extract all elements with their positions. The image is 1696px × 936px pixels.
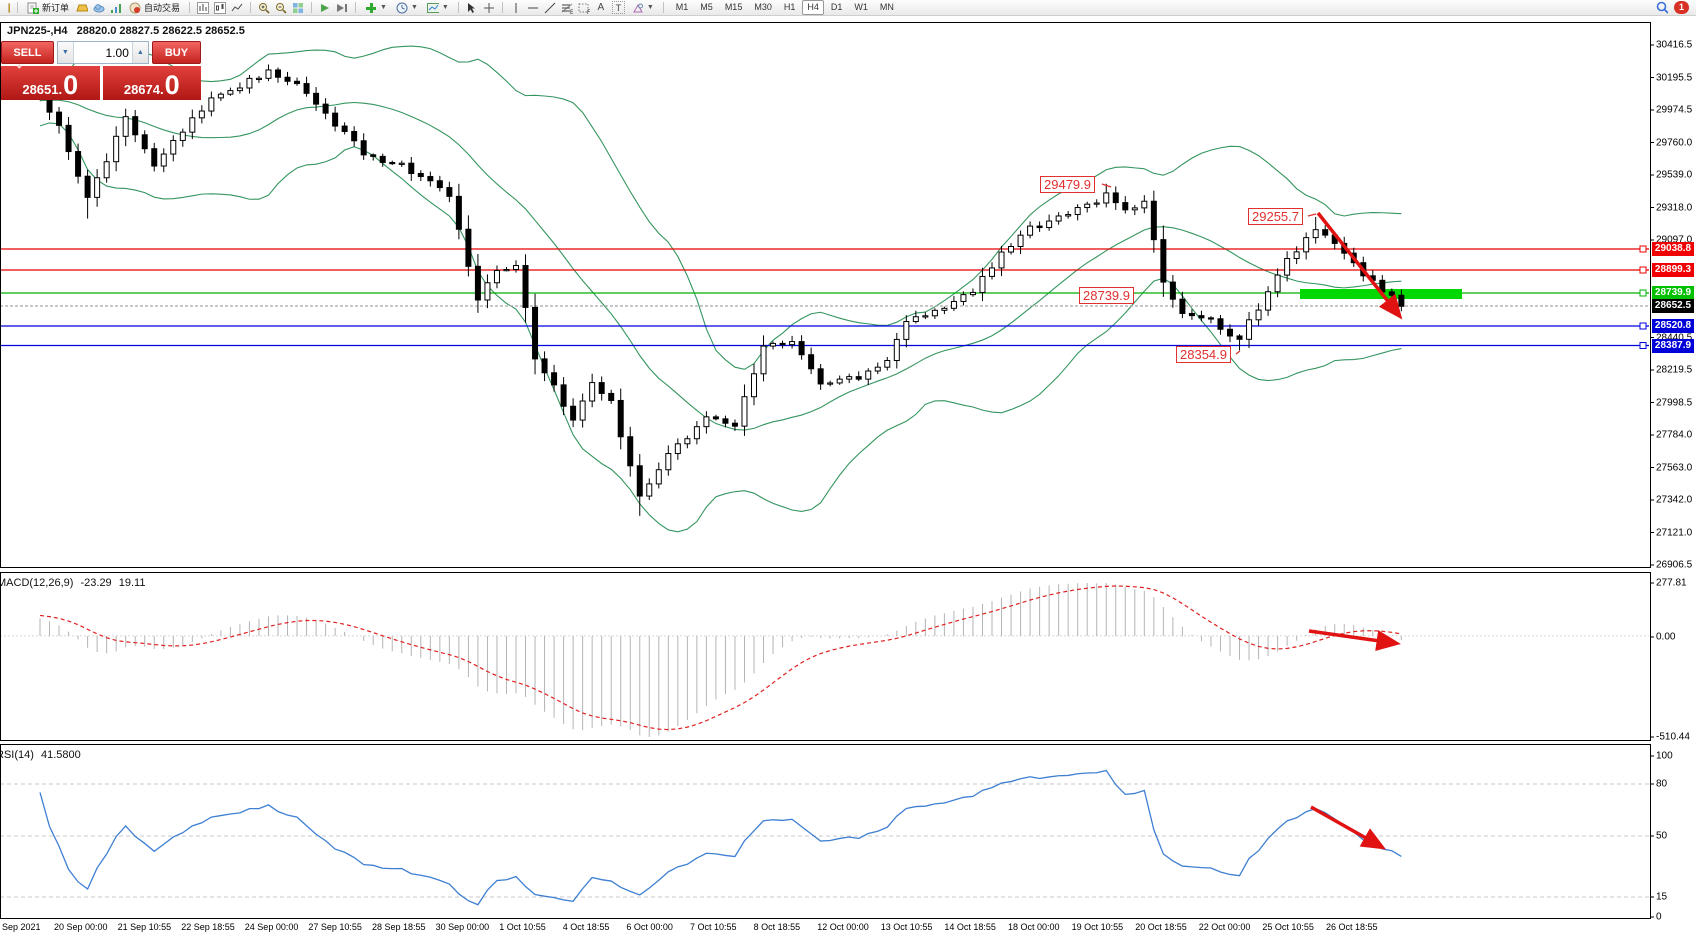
trading-terminal: { "toolbar": { "new_order_label": "新订单",… xyxy=(0,0,1696,936)
main-toolbar: 新订单 自动交易 ▼ ▼ ▼ E F A T ▼ M1 M5 M15 M30 H… xyxy=(0,0,1696,16)
search-icon[interactable] xyxy=(1656,1,1668,14)
toolbar-separator xyxy=(662,2,664,13)
volume-increase-button[interactable]: ▲ xyxy=(131,42,148,63)
text-label-tool-icon[interactable]: T xyxy=(611,1,625,14)
pane-border xyxy=(0,572,1651,741)
price-badge: 28520.8 xyxy=(1652,319,1694,333)
indicators-plus-icon xyxy=(365,2,377,14)
new-order-icon xyxy=(27,2,39,14)
volume-input[interactable] xyxy=(73,42,132,63)
toolbar-separator xyxy=(501,2,503,13)
pane-border xyxy=(0,744,1651,919)
price-badge: 28387.9 xyxy=(1652,338,1694,353)
buy-price-main: 28674. xyxy=(123,82,164,97)
macd-signal-value: 19.11 xyxy=(118,577,146,589)
shapes-tool-button[interactable]: ▼ xyxy=(630,1,656,15)
macd-main-value: -23.29 xyxy=(80,577,112,589)
toolbar-right-group: 1 xyxy=(1656,1,1689,14)
chart-canvas[interactable] xyxy=(0,0,1696,936)
toolbar-separator xyxy=(189,2,191,13)
chart-window-title: JPN225-,H4 28820.0 28827.5 28622.5 28652… xyxy=(7,25,245,37)
autotrading-label: 自动交易 xyxy=(144,3,181,13)
toolbar-separator xyxy=(250,2,252,13)
buy-button[interactable]: BUY xyxy=(151,41,201,64)
signal-icon[interactable] xyxy=(110,2,122,14)
candlestick-chart-icon[interactable] xyxy=(214,1,227,14)
cloud-icon[interactable] xyxy=(93,2,105,14)
zoom-in-icon[interactable] xyxy=(258,2,270,14)
periods-button[interactable]: ▼ xyxy=(394,1,420,15)
autoscroll-icon[interactable] xyxy=(319,2,331,14)
timeframe-button-m15[interactable]: M15 xyxy=(720,0,748,15)
toolbar-separator xyxy=(311,2,313,13)
price-badge: 28899.3 xyxy=(1652,263,1694,277)
buy-price-big-digit: 0 xyxy=(164,70,180,100)
text-tool-icon[interactable]: A xyxy=(595,2,607,14)
bar-chart-icon[interactable] xyxy=(197,1,210,14)
gold-ingot-icon[interactable] xyxy=(76,2,89,14)
template-chart-icon xyxy=(426,2,439,14)
rsi-label: RSI(14) 41.5800 xyxy=(0,749,81,761)
new-order-label: 新订单 xyxy=(42,3,70,13)
crosshair-icon[interactable] xyxy=(483,2,495,14)
rsi-value: 41.5800 xyxy=(40,749,81,761)
timeframe-button-h4[interactable]: H4 xyxy=(802,0,824,15)
timeframe-button-h1[interactable]: H1 xyxy=(779,0,801,15)
templates-button[interactable]: ▼ xyxy=(425,1,451,15)
price-annotation[interactable]: 29479.9 xyxy=(1040,176,1095,193)
sell-button[interactable]: SELL xyxy=(1,41,54,64)
macd-label: MACD(12,26,9) -23.29 19.11 xyxy=(0,577,146,589)
price-badge: 28652.5 xyxy=(1652,299,1694,313)
horizontal-line-tool-icon[interactable] xyxy=(527,2,539,14)
chart-shift-icon[interactable] xyxy=(336,2,348,14)
line-chart-icon[interactable] xyxy=(231,2,243,14)
volume-decrease-button[interactable]: ▼ xyxy=(57,42,74,63)
timeframe-button-w1[interactable]: W1 xyxy=(849,0,873,15)
ohlc-values: 28820.0 28827.5 28622.5 28652.5 xyxy=(76,25,245,37)
autotrading-icon xyxy=(129,2,141,14)
price-badge: 29038.8 xyxy=(1652,242,1694,256)
timeframe-button-m1[interactable]: M1 xyxy=(671,0,694,15)
symbol-period-label: JPN225-,H4 xyxy=(7,25,68,37)
toolbar-separator xyxy=(457,2,459,13)
fibonacci-tool-icon[interactable]: E xyxy=(561,2,573,14)
price-badge: 28739.9 xyxy=(1652,286,1694,300)
timeframe-button-mn[interactable]: MN xyxy=(875,0,899,15)
price-annotation[interactable]: 29255.7 xyxy=(1248,208,1303,225)
chevron-down-icon: ▼ xyxy=(646,3,654,11)
channel-tool-icon[interactable]: F xyxy=(578,2,590,14)
svg-text:E: E xyxy=(570,10,573,14)
toolbar-separator xyxy=(17,2,18,13)
timeframe-button-m5[interactable]: M5 xyxy=(695,0,718,15)
notification-badge[interactable]: 1 xyxy=(1674,1,1689,14)
volume-stepper: ▼ ▲ xyxy=(56,41,149,64)
tile-windows-icon[interactable] xyxy=(292,2,304,14)
toolbar-separator xyxy=(355,2,357,13)
buy-price-display[interactable]: 28674. 0 xyxy=(102,66,201,100)
clipped-toolbar-icon[interactable] xyxy=(3,2,10,14)
price-annotation[interactable]: 28739.9 xyxy=(1079,287,1134,304)
one-click-trade-panel: SELL ▼ ▲ BUY ◆ 28651. 0 28674. 0 xyxy=(1,41,201,100)
cursor-icon[interactable] xyxy=(466,2,478,14)
indicators-button[interactable]: ▼ xyxy=(363,1,389,15)
chevron-down-icon: ▼ xyxy=(441,3,449,11)
autotrading-button[interactable]: 自动交易 xyxy=(127,1,182,15)
zoom-out-icon[interactable] xyxy=(275,2,287,14)
shapes-icon xyxy=(632,2,644,14)
spread-marker-icon: ◆ xyxy=(17,64,22,70)
timeframe-button-d1[interactable]: D1 xyxy=(826,0,848,15)
sell-price-big-digit: 0 xyxy=(63,70,79,100)
sell-price-display[interactable]: 28651. 0 xyxy=(1,66,100,100)
vertical-line-tool-icon[interactable] xyxy=(510,2,522,14)
timeframe-button-m30[interactable]: M30 xyxy=(749,0,777,15)
price-annotation[interactable]: 28354.9 xyxy=(1176,346,1231,363)
chevron-down-icon: ▼ xyxy=(410,3,418,11)
svg-text:F: F xyxy=(587,10,590,14)
new-order-button[interactable]: 新订单 xyxy=(25,1,71,15)
sell-price-main: 28651. xyxy=(22,82,63,97)
trendline-tool-icon[interactable] xyxy=(544,2,556,14)
clock-icon xyxy=(396,2,408,14)
timeframe-group: M1 M5 M15 M30 H1 H4 D1 W1 MN xyxy=(671,0,899,15)
chevron-down-icon: ▼ xyxy=(380,3,387,11)
